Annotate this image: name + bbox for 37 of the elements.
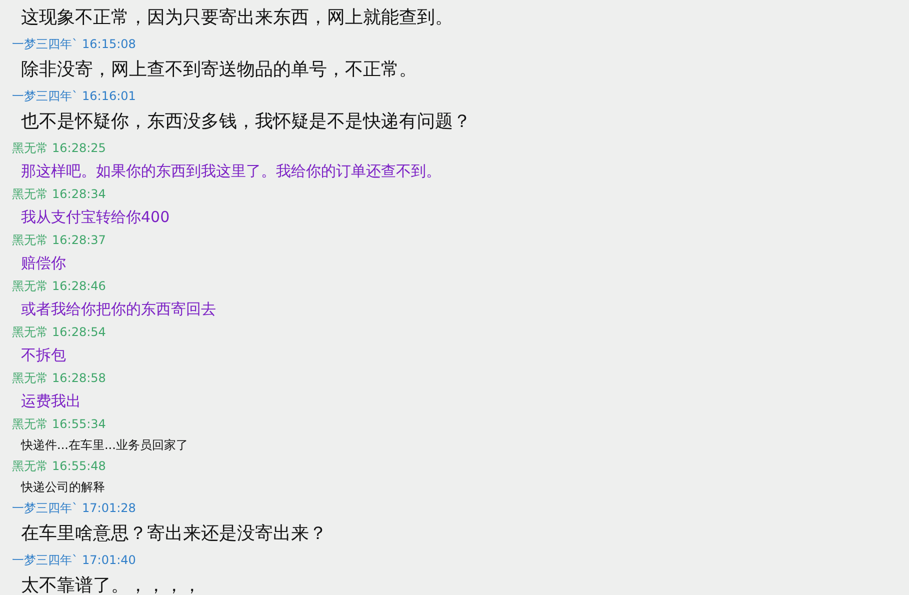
sender-name: 一梦三四年`	[12, 500, 78, 516]
message-text: 快递公司的解释	[21, 479, 105, 496]
message-time: 16:28:34	[52, 186, 106, 202]
message-text: 太不靠谱了。，，，，	[21, 574, 201, 595]
message-text: 快递件...在车里...业务员回家了	[21, 437, 188, 454]
sender-name: 黑无常	[12, 278, 48, 294]
message-time: 16:28:54	[52, 324, 106, 340]
message-text: 或者我给你把你的东西寄回去	[21, 299, 216, 320]
sender-name: 黑无常	[12, 458, 48, 474]
message-text: 那这样吧。如果你的东西到我这里了。我给你的订单还查不到。	[21, 161, 441, 182]
message-text: 运费我出	[21, 391, 81, 412]
message-time: 16:15:08	[82, 36, 136, 52]
sender-name: 黑无常	[12, 370, 48, 386]
sender-name: 黑无常	[12, 416, 48, 432]
sender-name: 黑无常	[12, 186, 48, 202]
sender-name: 一梦三四年`	[12, 552, 78, 568]
message-time: 17:01:28	[82, 500, 136, 516]
message-text: 在车里啥意思？寄出来还是没寄出来？	[21, 522, 327, 546]
message-text: 也不是怀疑你，东西没多钱，我怀疑是不是快递有问题？	[21, 110, 471, 134]
message-time: 16:28:58	[52, 370, 106, 386]
sender-name: 黑无常	[12, 140, 48, 156]
message-text: 这现象不正常，因为只要寄出来东西，网上就能查到。	[21, 6, 453, 30]
sender-name: 一梦三四年`	[12, 88, 78, 104]
message-text: 赔偿你	[21, 253, 66, 274]
message-text: 除非没寄，网上查不到寄送物品的单号，不正常。	[21, 58, 417, 82]
message-time: 16:28:46	[52, 278, 106, 294]
message-time: 16:28:25	[52, 140, 106, 156]
sender-name: 黑无常	[12, 324, 48, 340]
message-time: 16:16:01	[82, 88, 136, 104]
message-time: 16:55:48	[52, 458, 106, 474]
message-time: 16:55:34	[52, 416, 106, 432]
sender-name: 黑无常	[12, 232, 48, 248]
message-text: 我从支付宝转给你400	[21, 207, 170, 228]
message-text: 不拆包	[21, 345, 66, 366]
message-time: 16:28:37	[52, 232, 106, 248]
message-time: 17:01:40	[82, 552, 136, 568]
sender-name: 一梦三四年`	[12, 36, 78, 52]
